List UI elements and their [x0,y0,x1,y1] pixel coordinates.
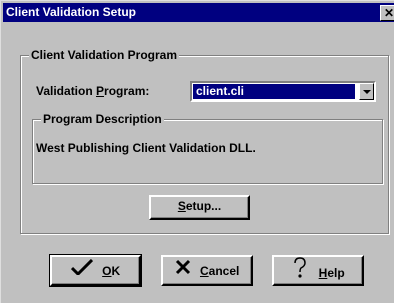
question-mark-icon [291,257,309,288]
help-button[interactable]: Help [272,255,364,286]
x-icon [175,258,191,284]
dialog-window: Client Validation Setup ✕ Client Validat… [0,0,394,303]
group-title: Client Validation Program [29,48,180,62]
validation-program-select[interactable]: client.cli [190,81,376,102]
title-bar[interactable]: Client Validation Setup ✕ [3,3,394,22]
ok-button[interactable]: OK [49,254,142,287]
cancel-button[interactable]: Cancel [161,255,253,286]
dropdown-arrow-button[interactable] [359,83,374,100]
description-title: Program Description [41,112,164,126]
close-icon: ✕ [383,6,394,20]
validation-program-label: Validation Program: [36,84,150,98]
window-title: Client Validation Setup [6,5,137,19]
setup-button[interactable]: Setup... [149,195,250,220]
close-button[interactable]: ✕ [380,5,394,21]
checkmark-icon [70,258,93,284]
program-description-text: West Publishing Client Validation DLL. [36,141,256,155]
validation-program-value: client.cli [193,84,355,99]
